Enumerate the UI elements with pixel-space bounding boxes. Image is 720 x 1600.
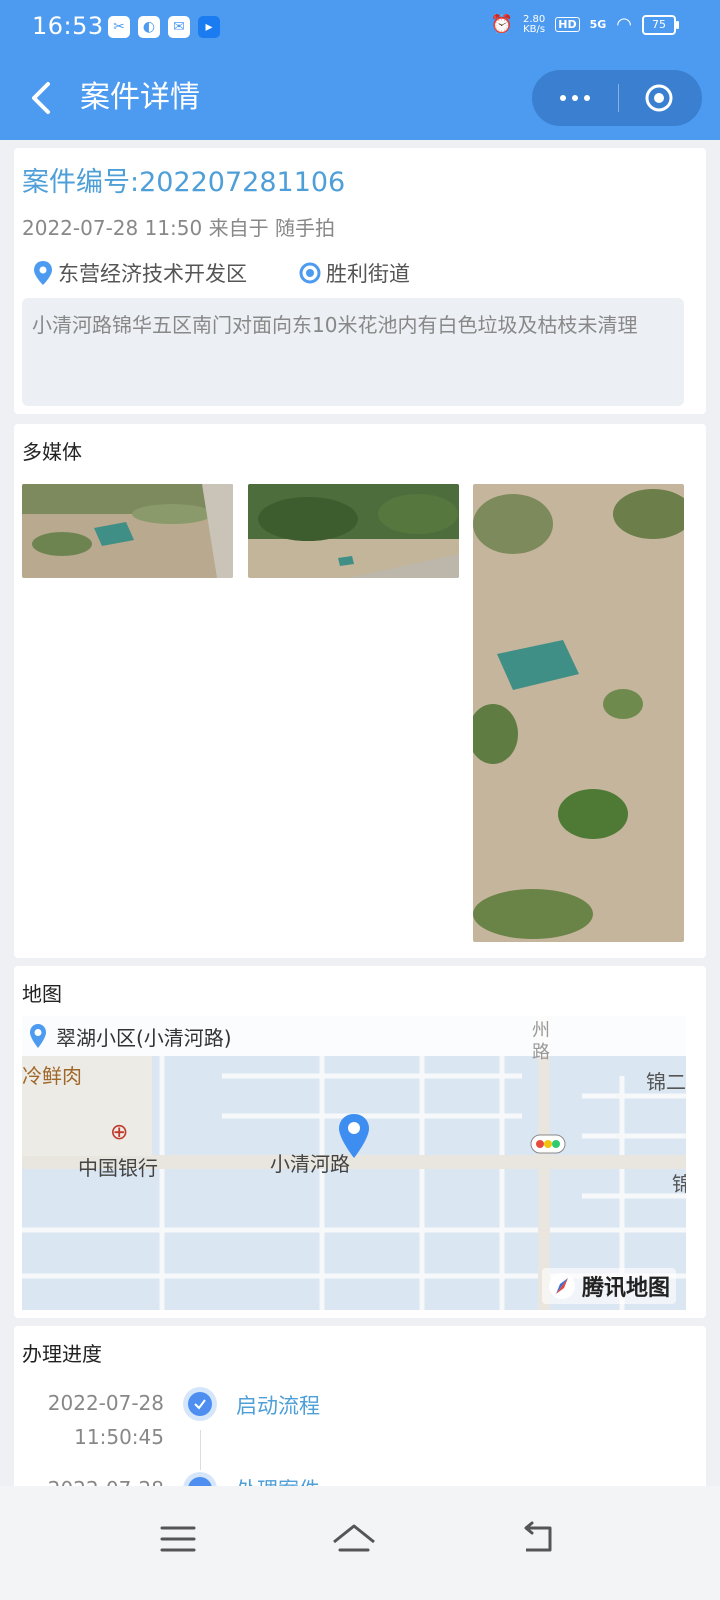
map-card: 地图 翠湖小区(小清河路) 冷鲜肉 ⊕ 中国银行 小清河路 州 路 锦二 锦 腾… [14,966,706,1318]
map-address: 翠湖小区(小清河路) [56,1025,232,1050]
map-brand: 腾讯地图 [581,1276,670,1301]
notification-icons: ✂ ◐ ✉ ▸ [108,16,220,38]
step-1-label[interactable]: 启动流程 [236,1390,320,1420]
status-time: 16:53 [32,12,104,40]
home-icon[interactable] [324,1514,384,1564]
location-pin-icon [34,261,52,285]
back-arrow-icon[interactable] [26,76,66,120]
case-number: 案件编号:202207281106 [22,167,346,198]
tencent-map-logo: 腾讯地图 [541,1268,676,1304]
media-card: 多媒体 [14,424,706,958]
network-speed: 2.80 KB/s [522,13,546,35]
gallery-app-icon: ✂ [108,16,130,38]
map-road-north-2: 路 [532,1042,550,1063]
status-bar: 16:53 ✂ ◐ ✉ ▸ ⏰ 2.80 KB/s HD 5G ◠ 75 [0,0,720,56]
map-pin-icon [30,1024,46,1048]
top-bar: 16:53 ✂ ◐ ✉ ▸ ⏰ 2.80 KB/s HD 5G ◠ 75 案件详情 [0,0,720,140]
map-view[interactable]: 翠湖小区(小清河路) 冷鲜肉 ⊕ 中国银行 小清河路 州 路 锦二 锦 腾讯地图 [22,1016,686,1310]
photo-thumbnail-1[interactable] [22,484,233,578]
miniprogram-capsule [532,70,702,126]
map-address-bar: 翠湖小区(小清河路) [22,1016,686,1056]
map-poi-meat: 冷鲜肉 [22,1064,82,1088]
map-poi-east-2: 锦 [672,1172,686,1196]
check-icon [194,1399,206,1410]
status-right: ⏰ 2.80 KB/s HD 5G ◠ 75 [490,13,679,35]
description-box: 小清河路锦华五区南门对面向东10米花池内有白色垃圾及枯枝未清理 [22,298,684,406]
wifi-icon: ◠ [616,14,632,35]
hd-icon: HD [555,17,580,32]
progress-card: 办理进度 2022-07-28 11:50:45 启动流程 2022-07-28… [14,1326,706,1506]
map-title: 地图 [22,982,62,1006]
back-nav-icon[interactable] [508,1514,568,1564]
map-poi-bank: 中国银行 [78,1156,158,1180]
compass-icon [548,1273,575,1299]
district-name: 东营经济技术开发区 [58,262,247,286]
mail-icon: ✉ [168,16,190,38]
more-options-button[interactable] [532,70,618,126]
app-notification-icon: ▸ [198,16,220,38]
step-1-date: 2022-07-28 [47,1391,164,1415]
district-tag: 东营经济技术开发区 [32,258,247,288]
map-poi-east-1: 锦二 [646,1070,686,1094]
alarm-icon: ⏰ [490,14,513,35]
map-marker-icon[interactable] [336,1112,372,1162]
street-tag: 胜利街道 [298,258,410,288]
signal-icon: 5G [589,18,607,31]
case-info-card: 案件编号:202207281106 2022-07-28 11:50 来自于 随… [14,148,706,414]
target-location-icon [299,262,321,284]
bank-icon: ⊕ [110,1120,129,1145]
step-1-dot [183,1387,217,1421]
close-miniprogram-icon[interactable] [644,83,674,113]
street-name: 胜利街道 [326,262,410,286]
wechat-icon: ◐ [138,16,160,38]
photo-thumbnail-2[interactable] [248,484,459,578]
media-title: 多媒体 [22,440,82,464]
photo-large[interactable] [473,484,684,942]
page-title: 案件详情 [80,80,200,115]
timeline-line [200,1430,201,1470]
nav-header: 案件详情 [0,56,720,140]
case-description: 小清河路锦华五区南门对面向东10米花池内有白色垃圾及枯枝未清理 [32,313,638,337]
system-nav-bar [0,1486,720,1600]
case-meta: 2022-07-28 11:50 来自于 随手拍 [22,216,335,240]
menu-icon[interactable] [148,1514,208,1564]
step-1-time: 11:50:45 [74,1425,164,1449]
traffic-light-icon [530,1134,566,1154]
progress-title: 办理进度 [22,1342,102,1366]
battery-icon: 75 [642,14,679,35]
capsule-divider [618,84,619,112]
